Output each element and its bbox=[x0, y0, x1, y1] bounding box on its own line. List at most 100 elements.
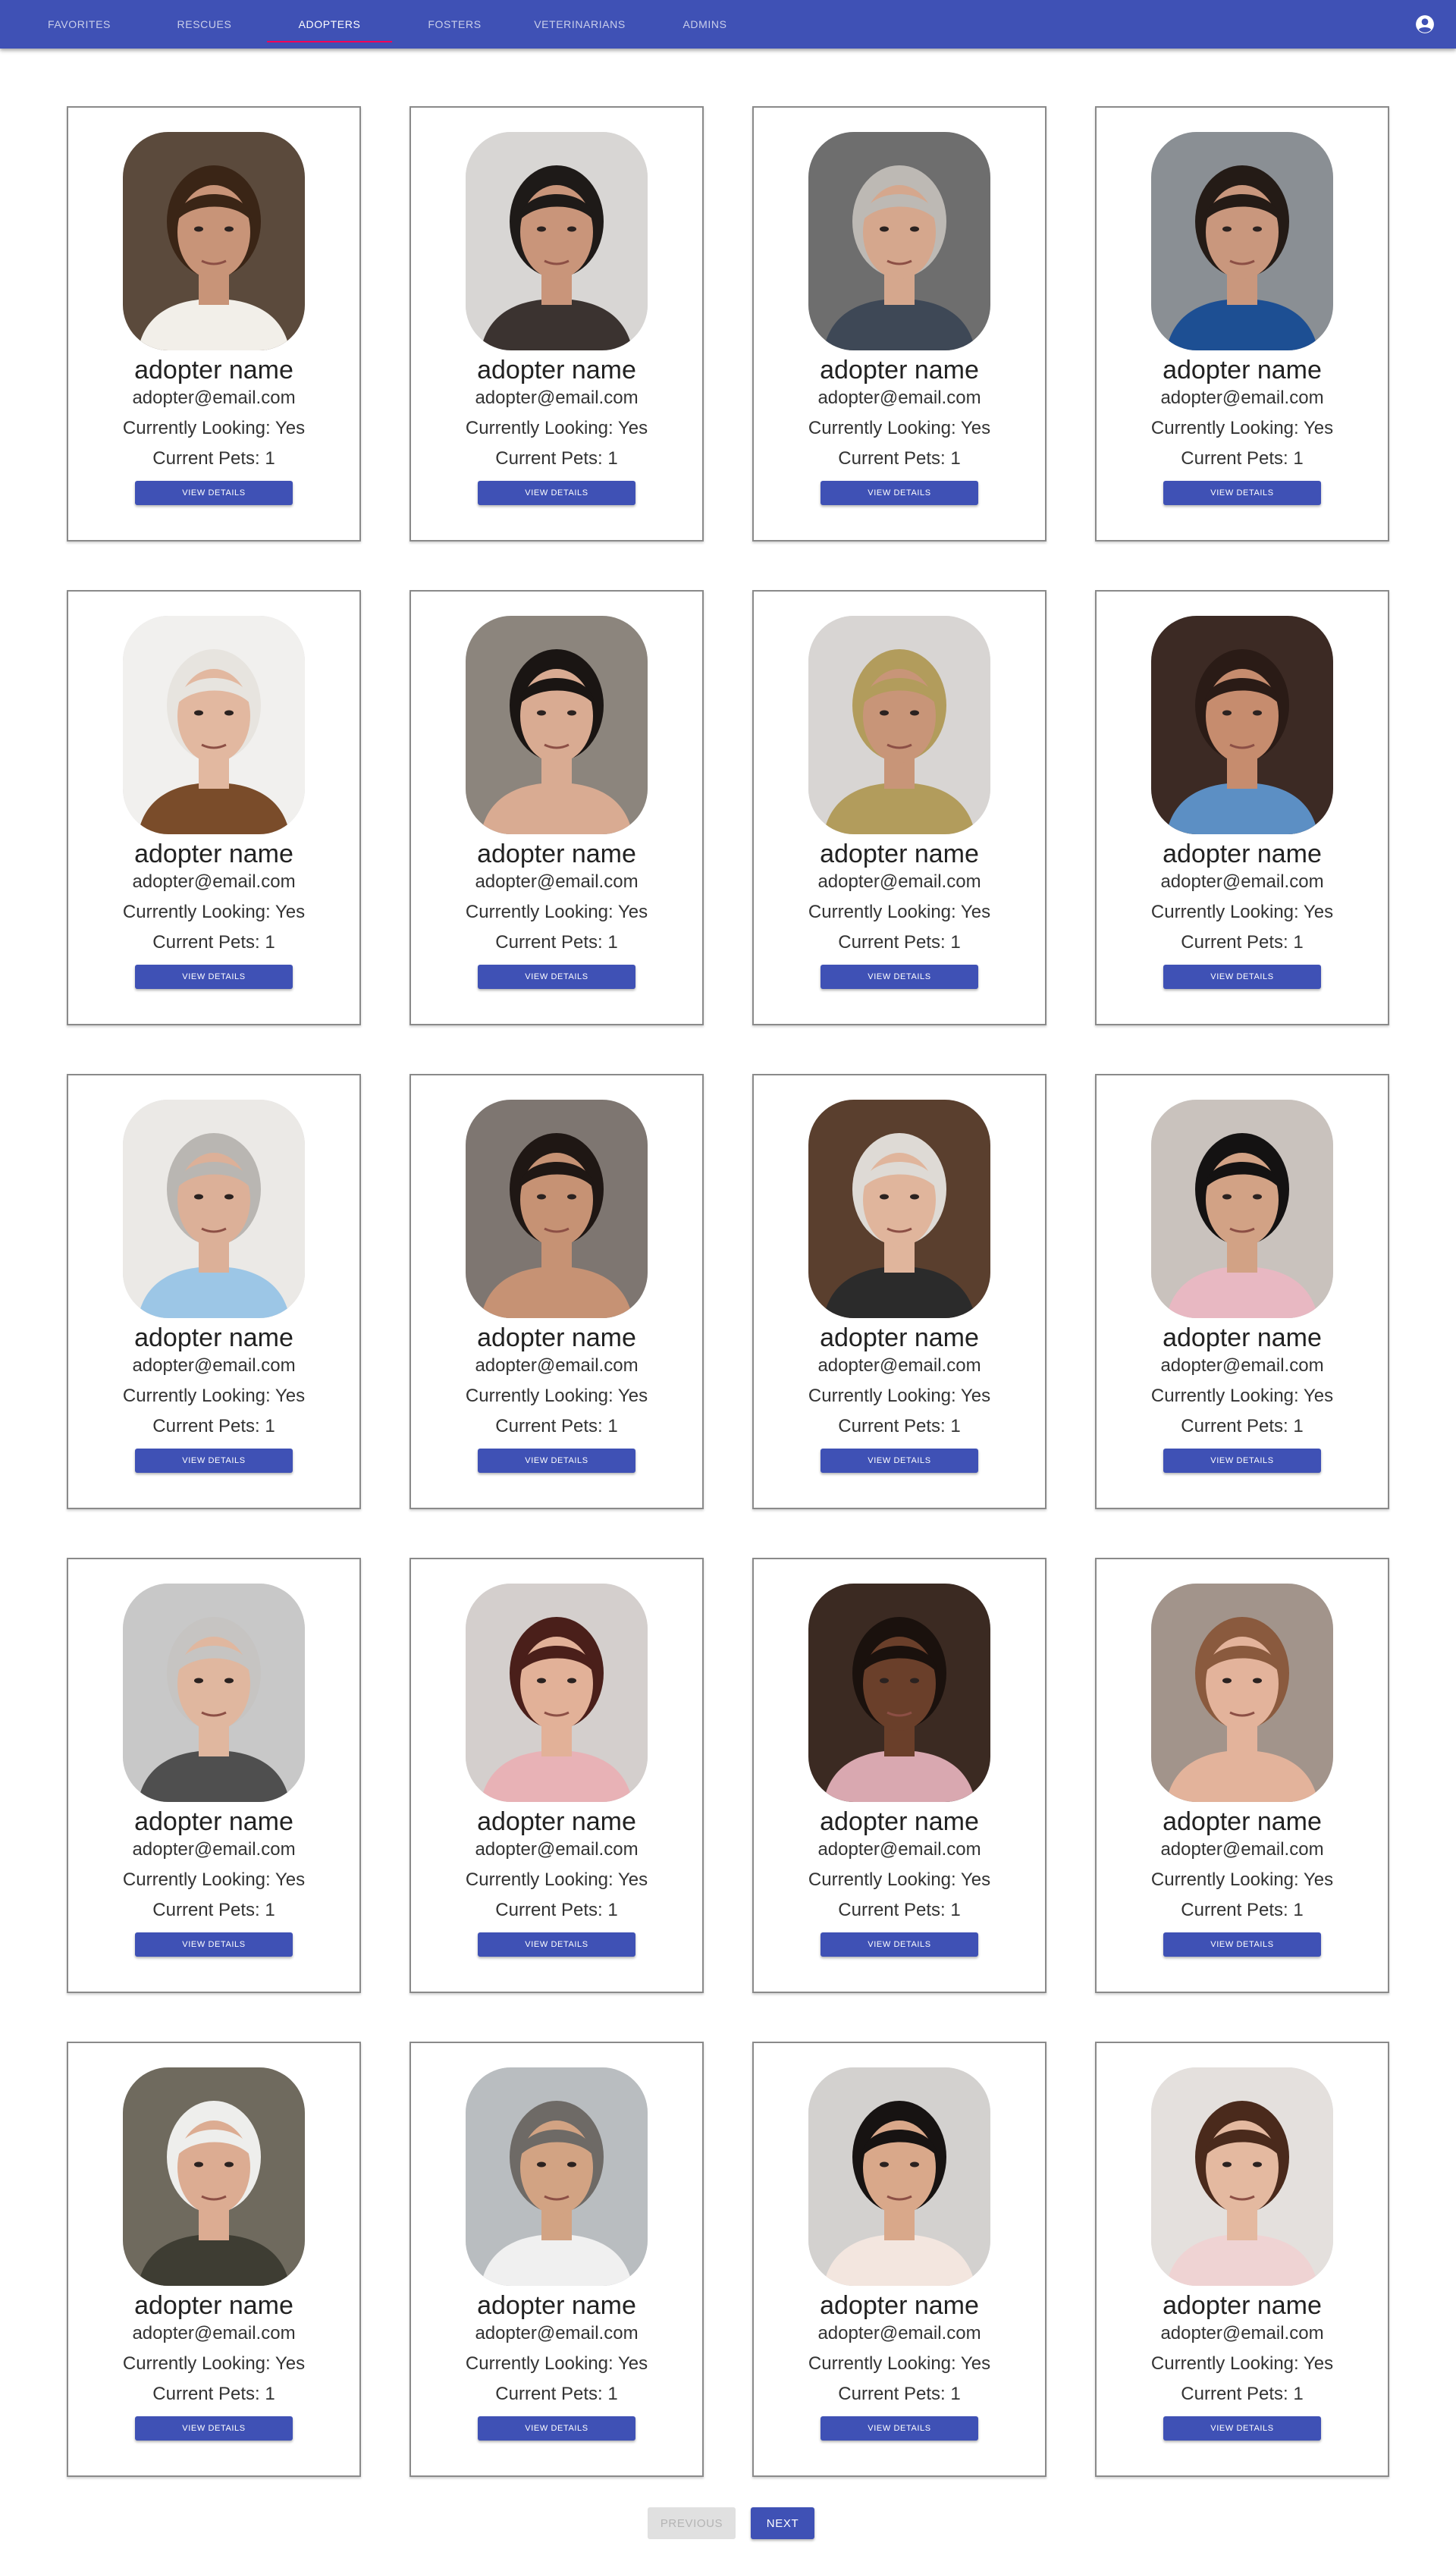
view-details-button[interactable]: View Details bbox=[135, 1449, 293, 1473]
account-circle-icon[interactable] bbox=[1415, 14, 1435, 34]
adopter-card: adopter name adopter@email.com Currently L… bbox=[67, 106, 361, 542]
view-details-button[interactable]: View Details bbox=[135, 965, 293, 989]
adopter-name: adopter name bbox=[134, 356, 293, 385]
current-pets: Current Pets: 1 bbox=[495, 2384, 618, 2404]
view-details-button[interactable]: View Details bbox=[478, 1932, 635, 1957]
currently-looking: Currently Looking: Yes bbox=[122, 418, 306, 438]
adopter-name: adopter name bbox=[820, 1807, 979, 1836]
adopter-name: adopter name bbox=[820, 2291, 979, 2320]
view-details-button[interactable]: View Details bbox=[1163, 1932, 1321, 1957]
view-details-button[interactable]: View Details bbox=[478, 2416, 635, 2441]
adopter-email: adopter@email.com bbox=[1160, 871, 1324, 892]
view-details-button[interactable]: View Details bbox=[478, 965, 635, 989]
view-details-button[interactable]: View Details bbox=[478, 481, 635, 505]
view-details-button[interactable]: View Details bbox=[135, 481, 293, 505]
current-pets: Current Pets: 1 bbox=[495, 1416, 618, 1436]
view-details-button[interactable]: View Details bbox=[821, 1932, 978, 1957]
view-details-button[interactable]: View Details bbox=[1163, 965, 1321, 989]
adopter-card: adopter name adopter@email.com Currently L… bbox=[410, 106, 704, 542]
adopter-name: adopter name bbox=[134, 2291, 293, 2320]
view-details-button[interactable]: View Details bbox=[1163, 481, 1321, 505]
previous-button[interactable]: Previous bbox=[648, 2507, 736, 2539]
adopter-name: adopter name bbox=[820, 1323, 979, 1352]
adopter-card: adopter name adopter@email.com Currently L… bbox=[67, 590, 361, 1025]
tab-favorites[interactable]: Favorites bbox=[17, 0, 142, 49]
adopter-email: adopter@email.com bbox=[132, 1355, 296, 1376]
adopter-card: adopter name adopter@email.com Currently L… bbox=[752, 1558, 1046, 1993]
current-pets: Current Pets: 1 bbox=[838, 448, 961, 469]
view-details-button[interactable]: View Details bbox=[135, 1932, 293, 1957]
adopter-email: adopter@email.com bbox=[817, 1355, 981, 1376]
adopter-name: adopter name bbox=[820, 840, 979, 868]
adopter-name: adopter name bbox=[477, 1807, 636, 1836]
view-details-button[interactable]: View Details bbox=[821, 2416, 978, 2441]
current-pets: Current Pets: 1 bbox=[152, 1416, 275, 1436]
adopter-email: adopter@email.com bbox=[475, 871, 639, 892]
adopter-email: adopter@email.com bbox=[132, 388, 296, 408]
adopter-photo bbox=[808, 2067, 990, 2286]
adopter-name: adopter name bbox=[1163, 840, 1322, 868]
currently-looking: Currently Looking: Yes bbox=[808, 2353, 991, 2374]
next-button[interactable]: Next bbox=[751, 2507, 814, 2539]
adopter-photo bbox=[466, 2067, 648, 2286]
adopter-name: adopter name bbox=[1163, 1323, 1322, 1352]
adopter-card: adopter name adopter@email.com Currently L… bbox=[1095, 1558, 1389, 1993]
adopter-card: adopter name adopter@email.com Currently L… bbox=[67, 1074, 361, 1509]
adopter-card: adopter name adopter@email.com Currently L… bbox=[752, 2042, 1046, 2477]
adopter-photo bbox=[1151, 616, 1333, 834]
tab-admins[interactable]: Admins bbox=[642, 0, 767, 49]
adopter-photo bbox=[123, 1584, 305, 1802]
adopter-name: adopter name bbox=[134, 1807, 293, 1836]
adopter-card: adopter name adopter@email.com Currently L… bbox=[410, 1074, 704, 1509]
view-details-button[interactable]: View Details bbox=[478, 1449, 635, 1473]
adopter-card: adopter name adopter@email.com Currently L… bbox=[1095, 106, 1389, 542]
adopter-card: adopter name adopter@email.com Currently L… bbox=[752, 1074, 1046, 1509]
adopter-photo bbox=[808, 616, 990, 834]
adopter-email: adopter@email.com bbox=[475, 1355, 639, 1376]
adopter-photo bbox=[808, 132, 990, 350]
current-pets: Current Pets: 1 bbox=[495, 1900, 618, 1920]
adopter-name: adopter name bbox=[134, 1323, 293, 1352]
current-pets: Current Pets: 1 bbox=[1181, 448, 1304, 469]
current-pets: Current Pets: 1 bbox=[152, 448, 275, 469]
tab-veterinarians[interactable]: Veterinarians bbox=[517, 0, 642, 49]
currently-looking: Currently Looking: Yes bbox=[808, 1869, 991, 1890]
view-details-button[interactable]: View Details bbox=[821, 965, 978, 989]
adopter-card: adopter name adopter@email.com Currently L… bbox=[1095, 590, 1389, 1025]
adopter-photo bbox=[123, 2067, 305, 2286]
currently-looking: Currently Looking: Yes bbox=[808, 418, 991, 438]
top-app-bar: Favorites Rescues Adopters Fosters Veter… bbox=[0, 0, 1456, 49]
currently-looking: Currently Looking: Yes bbox=[808, 902, 991, 922]
tab-rescues[interactable]: Rescues bbox=[142, 0, 267, 49]
view-details-button[interactable]: View Details bbox=[1163, 1449, 1321, 1473]
currently-looking: Currently Looking: Yes bbox=[465, 418, 648, 438]
view-details-button[interactable]: View Details bbox=[1163, 2416, 1321, 2441]
currently-looking: Currently Looking: Yes bbox=[122, 902, 306, 922]
adopter-photo bbox=[123, 132, 305, 350]
currently-looking: Currently Looking: Yes bbox=[1150, 2353, 1334, 2374]
adopter-photo bbox=[808, 1584, 990, 1802]
tab-adopters[interactable]: Adopters bbox=[267, 0, 392, 49]
adopter-photo bbox=[1151, 132, 1333, 350]
current-pets: Current Pets: 1 bbox=[1181, 1416, 1304, 1436]
adopter-email: adopter@email.com bbox=[132, 871, 296, 892]
view-details-button[interactable]: View Details bbox=[821, 1449, 978, 1473]
view-details-button[interactable]: View Details bbox=[135, 2416, 293, 2441]
tab-fosters[interactable]: Fosters bbox=[392, 0, 517, 49]
currently-looking: Currently Looking: Yes bbox=[808, 1386, 991, 1406]
current-pets: Current Pets: 1 bbox=[1181, 932, 1304, 953]
currently-looking: Currently Looking: Yes bbox=[465, 1386, 648, 1406]
adopter-email: adopter@email.com bbox=[817, 871, 981, 892]
currently-looking: Currently Looking: Yes bbox=[465, 902, 648, 922]
view-details-button[interactable]: View Details bbox=[821, 481, 978, 505]
adopter-email: adopter@email.com bbox=[1160, 1355, 1324, 1376]
adopter-email: adopter@email.com bbox=[1160, 1839, 1324, 1860]
currently-looking: Currently Looking: Yes bbox=[1150, 1869, 1334, 1890]
currently-looking: Currently Looking: Yes bbox=[1150, 902, 1334, 922]
adopter-email: adopter@email.com bbox=[1160, 2323, 1324, 2343]
adopter-photo bbox=[1151, 1584, 1333, 1802]
adopter-email: adopter@email.com bbox=[475, 1839, 639, 1860]
currently-looking: Currently Looking: Yes bbox=[122, 1869, 306, 1890]
currently-looking: Currently Looking: Yes bbox=[122, 1386, 306, 1406]
adopter-name: adopter name bbox=[1163, 2291, 1322, 2320]
